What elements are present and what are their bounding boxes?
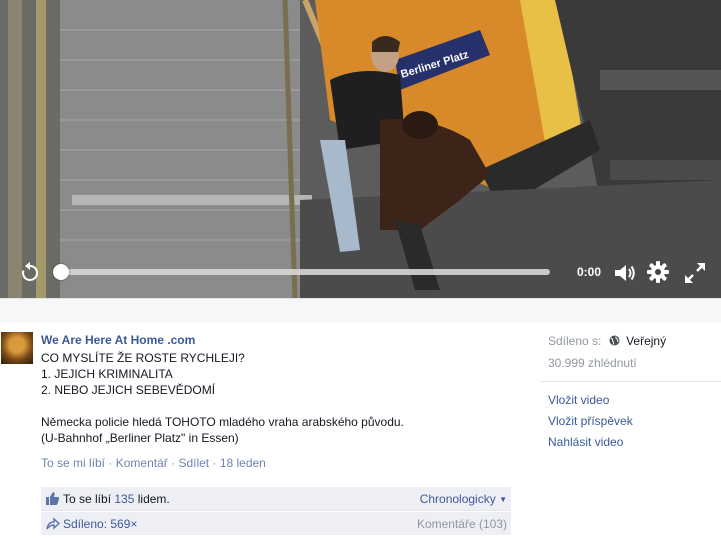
fullscreen-icon[interactable] — [683, 261, 707, 285]
section-divider — [0, 298, 721, 323]
likes-summary: To se líbí 135 lidem. — [63, 492, 170, 506]
volume-icon[interactable] — [613, 262, 637, 284]
share-arrow-icon — [46, 517, 60, 530]
comment-link[interactable]: Komentář — [116, 456, 168, 470]
post-line: Německa policie hledá TOHOTO mladého vra… — [41, 415, 404, 429]
post-line: 1. JEJICH KRIMINALITA — [41, 367, 173, 381]
embed-post-link[interactable]: Vložit příspěvek — [548, 414, 633, 428]
progress-track[interactable] — [60, 269, 550, 275]
report-video-link[interactable]: Nahlásit video — [548, 435, 623, 449]
like-link[interactable]: To se mi líbí — [41, 456, 105, 470]
gear-icon[interactable] — [647, 261, 669, 283]
video-sidebar: Sdíleno s: Veřejný 30.999 zhlédnutí Vlož… — [540, 322, 721, 538]
video-controls: 0:00 — [0, 255, 721, 295]
replay-icon[interactable] — [19, 262, 41, 284]
post: We Are Here At Home .com CO MYSLÍTE ŽE R… — [0, 322, 540, 538]
audience-label[interactable]: Veřejný — [626, 334, 666, 348]
divider — [540, 381, 721, 382]
thumbs-up-icon — [46, 492, 60, 505]
video-player[interactable]: Berliner Platz 0:00 — [0, 0, 721, 298]
author-name[interactable]: We Are Here At Home .com — [41, 333, 195, 347]
post-actions: To se mi líbí · Komentář · Sdílet · 18 l… — [41, 456, 266, 470]
separator: · — [171, 456, 176, 470]
shares-count[interactable]: Sdíleno: 569× — [63, 517, 137, 531]
sort-dropdown[interactable]: Chronologicky ▼ — [420, 492, 507, 506]
avatar[interactable] — [1, 332, 33, 364]
shared-label: Sdíleno s: — [548, 334, 602, 348]
post-line: (U-Bahnhof „Berliner Platz" in Essen) — [41, 431, 239, 445]
progress-scrubber[interactable] — [53, 264, 69, 280]
sort-label: Chronologicky — [419, 492, 496, 506]
post-line: 2. NEBO JEJICH SEBEVĚDOMÍ — [41, 383, 216, 397]
post-text: CO MYSLÍTE ŽE ROSTE RYCHLEJI? 1. JEJICH … — [41, 350, 521, 446]
view-count: 30.999 zhlédnutí — [548, 356, 637, 370]
time-display: 0:00 — [577, 265, 602, 279]
shares-bar: Sdíleno: 569× Komentáře (103) — [41, 512, 511, 535]
embed-video-link[interactable]: Vložit video — [548, 393, 609, 407]
likes-suffix: lidem. — [137, 492, 170, 506]
chevron-down-icon: ▼ — [499, 495, 507, 504]
likes-prefix: To se líbí — [63, 492, 112, 506]
globe-icon — [609, 335, 620, 346]
comments-count[interactable]: Komentáře (103) — [417, 517, 507, 531]
share-link[interactable]: Sdílet — [178, 456, 209, 470]
shared-with: Sdíleno s: Veřejný — [548, 334, 666, 348]
post-line: CO MYSLÍTE ŽE ROSTE RYCHLEJI? — [41, 351, 245, 365]
likes-count[interactable]: 135 — [114, 492, 134, 506]
video-frame: Berliner Platz — [0, 0, 721, 298]
likes-bar: To se líbí 135 lidem. Chronologicky ▼ — [41, 487, 511, 511]
post-line — [41, 398, 521, 414]
separator: · — [108, 456, 113, 470]
separator: · — [212, 456, 217, 470]
post-date[interactable]: 18 leden — [220, 456, 266, 470]
